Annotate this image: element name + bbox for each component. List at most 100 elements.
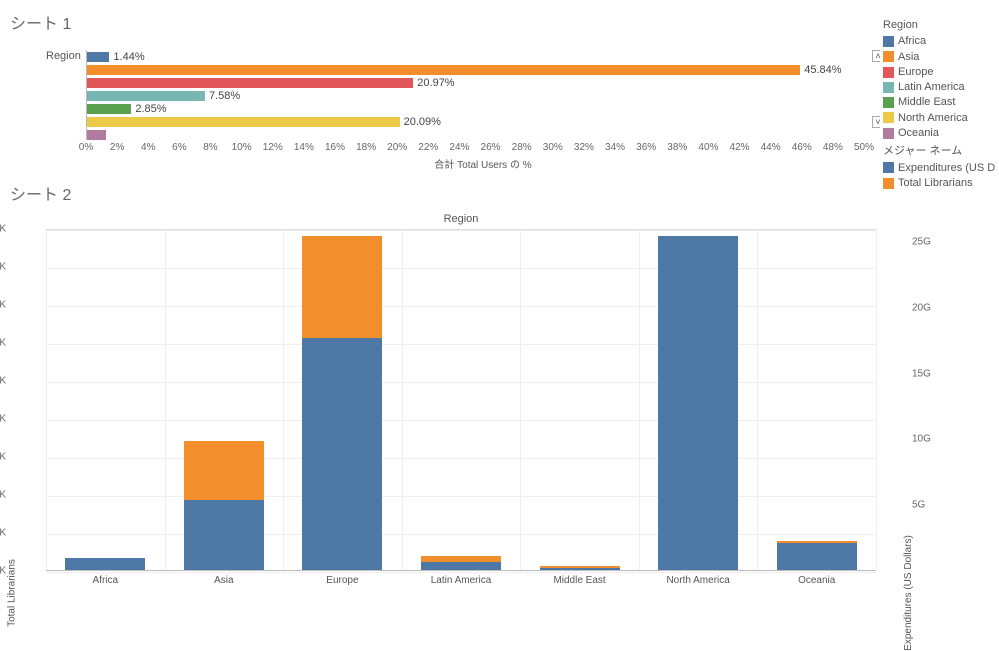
hbar-value: 1.44%: [113, 51, 144, 63]
category-label: Oceania: [777, 575, 857, 586]
category-label: Africa: [65, 575, 145, 586]
sheet2-region-title: Region: [46, 213, 876, 225]
xtick: 34%: [605, 142, 625, 153]
xtick: 36%: [636, 142, 656, 153]
hbar-value: 45.84%: [804, 64, 841, 76]
xtick: 48%: [823, 142, 843, 153]
xtick: 40%: [698, 142, 718, 153]
xtick: 18%: [356, 142, 376, 153]
bar-expenditures[interactable]: [658, 236, 738, 570]
sheet1-region-label: Region: [46, 50, 81, 62]
xtick: 42%: [730, 142, 750, 153]
xtick: 28%: [512, 142, 532, 153]
legend-label: Total Librarians: [898, 176, 973, 190]
xtick: 50%: [854, 142, 874, 153]
hbar-value: 20.97%: [417, 77, 454, 89]
hbar[interactable]: [87, 78, 413, 88]
gridline: [46, 420, 876, 421]
group-sep: [520, 230, 521, 570]
bar-expenditures[interactable]: [540, 568, 620, 570]
bar-expenditures[interactable]: [184, 500, 264, 570]
swatch-icon: [883, 178, 894, 189]
ytick-right: 10G: [912, 434, 931, 445]
ytick-right: 15G: [912, 368, 931, 379]
xtick: 22%: [418, 142, 438, 153]
category-label: Latin America: [421, 575, 501, 586]
xtick: 4%: [141, 142, 155, 153]
group-sep: [876, 230, 877, 570]
legend-item-africa[interactable]: Africa: [883, 34, 995, 48]
xtick: 10%: [232, 142, 252, 153]
ytick-right: 20G: [912, 302, 931, 313]
bar-expenditures[interactable]: [65, 558, 145, 570]
hbar-row: Latin America7.58%: [87, 89, 880, 102]
bar-expenditures[interactable]: [302, 338, 382, 570]
hbar-value: 7.58%: [209, 90, 240, 102]
gridline: [46, 306, 876, 307]
hbar-row: Europe20.97%: [87, 76, 880, 89]
hbar-row: Middle East2.85%: [87, 102, 880, 115]
gridline: [46, 268, 876, 269]
sheet1-chart: Region ˄ ˅ Africa1.44%Asia45.84%Europe20…: [10, 50, 999, 171]
category-label: North America: [658, 575, 738, 586]
xtick: 24%: [449, 142, 469, 153]
xtick: 14%: [294, 142, 314, 153]
category-label: Europe: [302, 575, 382, 586]
legend-item-measure[interactable]: Total Librarians: [883, 176, 995, 190]
ytick-left: 0K: [0, 566, 6, 577]
xtick: 2%: [110, 142, 124, 153]
xtick: 32%: [574, 142, 594, 153]
ytick-left: 50K: [0, 528, 6, 539]
xtick: 26%: [481, 142, 501, 153]
hbar[interactable]: [87, 117, 400, 127]
sheet2-plot: AfricaAsiaEuropeLatin AmericaMiddle East…: [46, 229, 876, 571]
hbar-row: North America20.09%: [87, 115, 880, 128]
ytick-left: 300K: [0, 338, 6, 349]
hbar-row: Africa1.44%: [87, 50, 880, 63]
xtick: 0%: [79, 142, 93, 153]
group-sep: [46, 230, 47, 570]
ytick-right: 25G: [912, 237, 931, 248]
bar-expenditures[interactable]: [421, 562, 501, 570]
gridline: [46, 496, 876, 497]
ytick-left: 250K: [0, 376, 6, 387]
ytick-right: 5G: [912, 500, 925, 511]
hbar[interactable]: [87, 130, 106, 140]
legend-region-title: Region: [883, 18, 995, 32]
gridline: [46, 230, 876, 231]
gridline: [46, 572, 876, 573]
ytick-left: 400K: [0, 262, 6, 273]
sheet2-yaxis-left-title: Total Librarians: [7, 559, 18, 627]
gridline: [46, 382, 876, 383]
hbar[interactable]: [87, 91, 205, 101]
bar-expenditures[interactable]: [777, 543, 857, 570]
ytick-left: 200K: [0, 414, 6, 425]
xtick: 38%: [667, 142, 687, 153]
sheet2-chart: Region 0K50K100K150K200K250K300K350K400K…: [0, 213, 999, 589]
hbar[interactable]: [87, 52, 109, 62]
hbar[interactable]: [87, 104, 131, 114]
category-label: Middle East: [540, 575, 620, 586]
swatch-icon: [883, 36, 894, 47]
legend-label: Africa: [898, 34, 926, 48]
hbar[interactable]: [87, 65, 800, 75]
ytick-left: 350K: [0, 300, 6, 311]
xtick: 16%: [325, 142, 345, 153]
hbar-value: 2.85%: [135, 103, 166, 115]
xtick: 44%: [761, 142, 781, 153]
hbar-row: Asia45.84%: [87, 63, 880, 76]
gridline: [46, 344, 876, 345]
group-sep: [165, 230, 166, 570]
group-sep: [283, 230, 284, 570]
xtick: 8%: [203, 142, 217, 153]
sheet1-xaxis: 0%2%4%6%8%10%12%14%16%18%20%22%24%26%28%…: [86, 140, 880, 154]
xtick: 12%: [263, 142, 283, 153]
sheet1-xaxis-title: 合計 Total Users の %: [86, 156, 880, 171]
gridline: [46, 458, 876, 459]
hbar-value: 20.09%: [404, 116, 441, 128]
xtick: 30%: [543, 142, 563, 153]
xtick: 46%: [792, 142, 812, 153]
gridline: [46, 534, 876, 535]
xtick: 20%: [387, 142, 407, 153]
hbar-row: Oceania: [87, 128, 880, 140]
